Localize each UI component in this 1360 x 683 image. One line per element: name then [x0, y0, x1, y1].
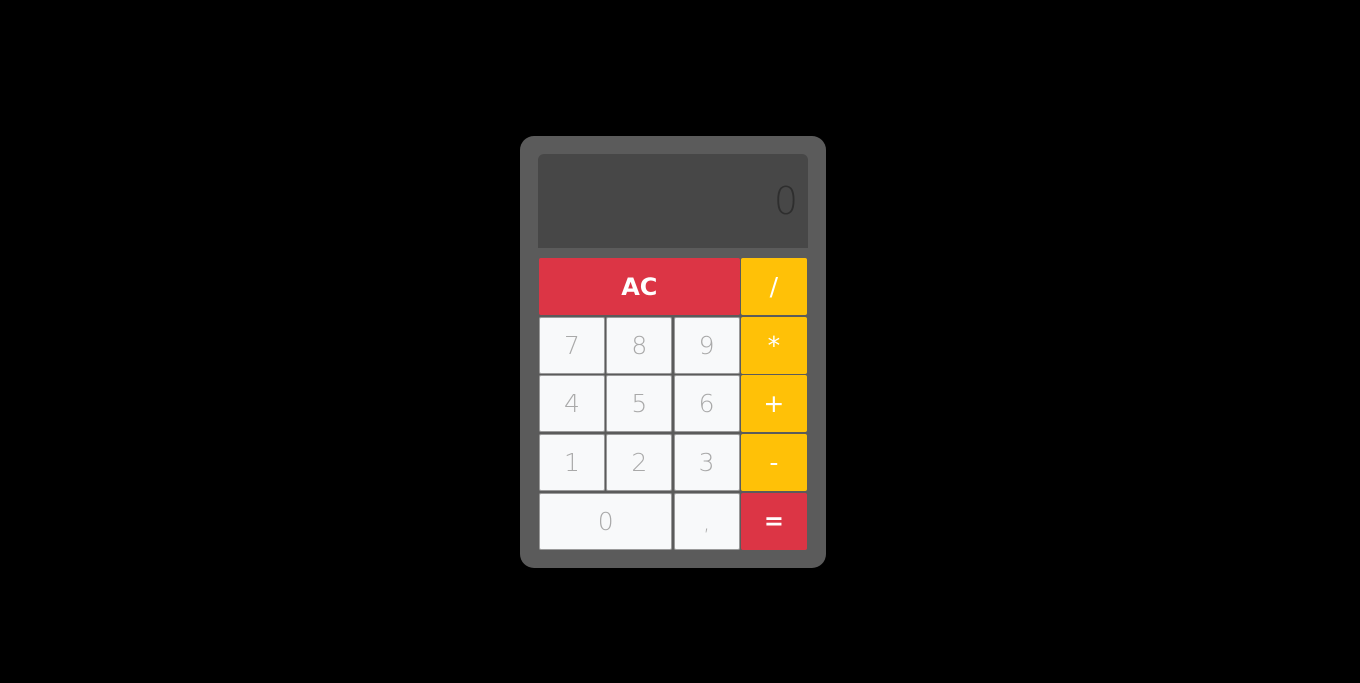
keypad: AC / 7 8 9 * 4 5 6 + 1 2 3 - 0 , = [539, 258, 807, 550]
multiply-button[interactable]: * [740, 316, 807, 374]
digit-0-button[interactable]: 0 [539, 492, 673, 550]
clear-button[interactable]: AC [539, 258, 740, 315]
digit-6-button[interactable]: 6 [673, 375, 740, 433]
add-button[interactable]: + [740, 375, 807, 433]
digit-3-button[interactable]: 3 [673, 434, 740, 492]
digit-9-button[interactable]: 9 [673, 316, 740, 374]
digit-7-button[interactable]: 7 [539, 316, 605, 374]
digit-5-button[interactable]: 5 [606, 375, 673, 433]
display-value: 0 [773, 179, 798, 223]
decimal-button[interactable]: , [673, 492, 740, 550]
calculator: 0 AC / 7 8 9 * 4 5 6 + 1 2 3 - 0 , = [520, 136, 826, 568]
calculator-display: 0 [538, 154, 808, 248]
digit-1-button[interactable]: 1 [539, 434, 605, 492]
digit-4-button[interactable]: 4 [539, 375, 605, 433]
subtract-button[interactable]: - [740, 434, 807, 492]
divide-button[interactable]: / [740, 258, 807, 315]
digit-8-button[interactable]: 8 [606, 316, 673, 374]
equals-button[interactable]: = [740, 492, 807, 550]
digit-2-button[interactable]: 2 [606, 434, 673, 492]
